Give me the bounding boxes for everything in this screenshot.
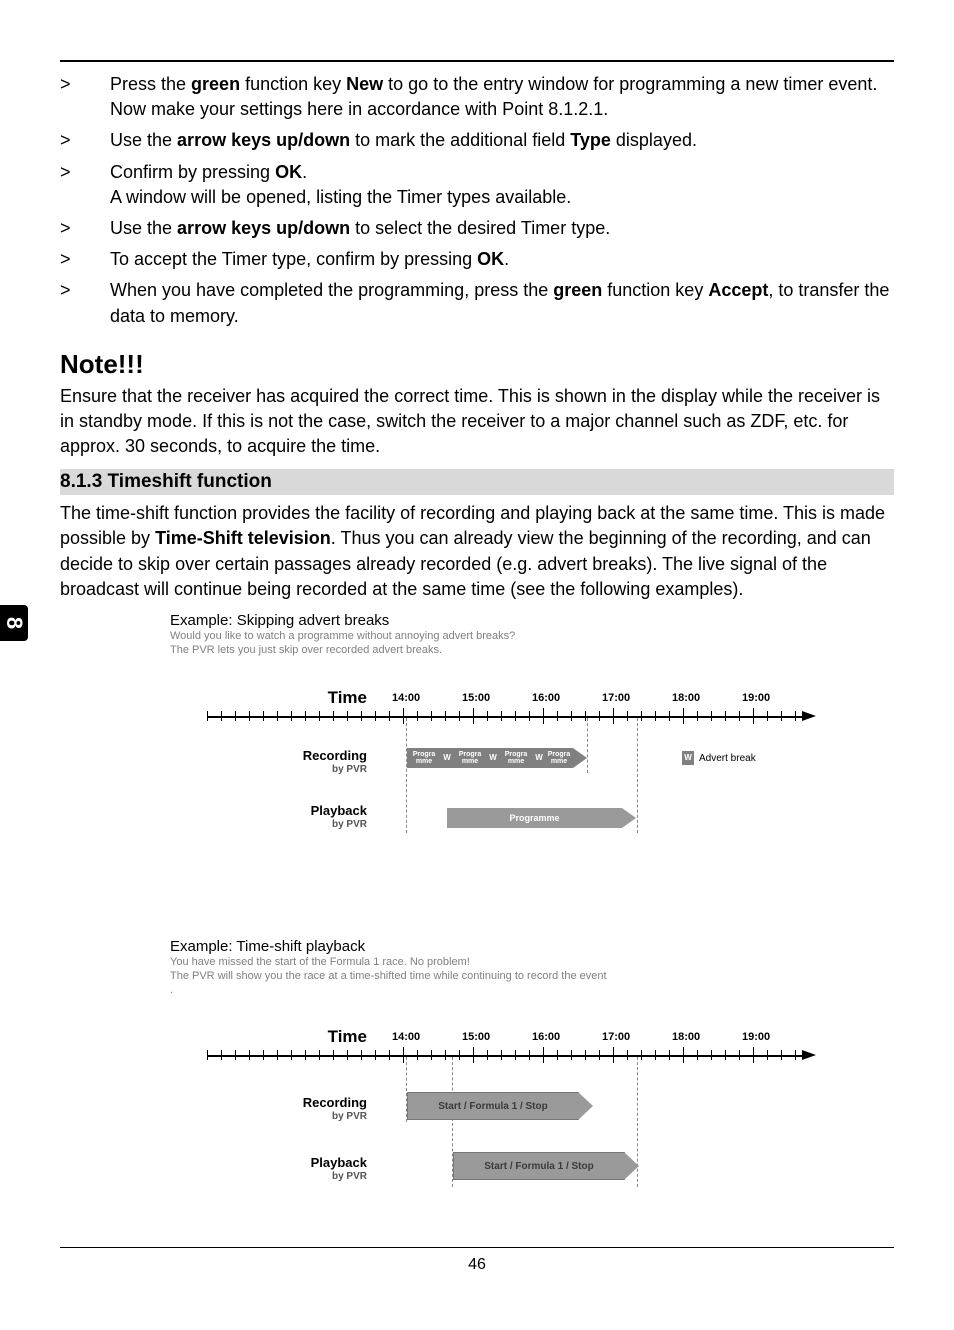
seg-adv-3: W xyxy=(533,748,545,768)
step-body: Press the green function key New to go t… xyxy=(110,72,894,122)
example-1-block: Example: Skipping advert breaks Would yo… xyxy=(170,612,894,888)
step-mark: > xyxy=(60,216,110,241)
step-mark: > xyxy=(60,128,110,153)
label-playback-2: Playback xyxy=(207,1155,367,1170)
seg-playback-formula1: Start / Formula 1 / Stop xyxy=(453,1152,625,1180)
time-axis-2 xyxy=(207,1055,802,1057)
example-2-sub1: You have missed the start of the Formula… xyxy=(170,955,894,969)
step-mark: > xyxy=(60,247,110,272)
diagram-timeshift: Time Recording by PVR Playback by PVR 14… xyxy=(207,1027,857,1217)
diagram-advert-skip: Time Recording by PVR Playback by PVR 14… xyxy=(207,688,857,888)
time-1500-b: 15:00 xyxy=(462,1031,490,1043)
step-1: >Press the green function key New to go … xyxy=(60,72,894,122)
label-playback: Playback xyxy=(207,803,367,818)
step-mark: > xyxy=(60,160,110,210)
note-paragraph: Ensure that the receiver has acquired th… xyxy=(60,384,894,460)
page-46: 8 >Press the green function key New to g… xyxy=(0,0,954,1314)
bottom-rule xyxy=(60,1247,894,1248)
label-by-pvr-4: by PVR xyxy=(207,1171,367,1182)
example-2-sub2: The PVR will show you the race at a time… xyxy=(170,969,894,983)
label-time: Time xyxy=(207,688,367,708)
dash-1b xyxy=(587,718,588,773)
seg-prog-4: Progra mme xyxy=(545,748,573,768)
seg-adv-1: W xyxy=(441,748,453,768)
axis-arrow-2 xyxy=(802,1050,816,1060)
label-by-pvr-2: by PVR xyxy=(207,819,367,830)
step-3: >Confirm by pressing OK.A window will be… xyxy=(60,160,894,210)
legend-box-w: W xyxy=(682,751,694,765)
seg-record-formula1: Start / Formula 1 / Stop xyxy=(407,1092,579,1120)
example-1-sub2: The PVR lets you just skip over recorded… xyxy=(170,643,894,657)
step-body: Use the arrow keys up/down to mark the a… xyxy=(110,128,894,153)
side-tab-label: 8 xyxy=(1,617,27,629)
time-1700-a: 17:00 xyxy=(602,692,630,704)
page-number: 46 xyxy=(60,1256,894,1274)
axis-arrow-1 xyxy=(802,711,816,721)
example-2-dot: . xyxy=(170,983,894,997)
label-recording-2: Recording xyxy=(207,1095,367,1110)
step-2: >Use the arrow keys up/down to mark the … xyxy=(60,128,894,153)
time-1600-b: 16:00 xyxy=(532,1031,560,1043)
seg-prog-arrow xyxy=(573,748,587,768)
time-axis-1 xyxy=(207,716,802,718)
time-1600-a: 16:00 xyxy=(532,692,560,704)
seg-prog-2: Progra mme xyxy=(453,748,487,768)
step-mark: > xyxy=(60,278,110,328)
step-body: When you have completed the programming,… xyxy=(110,278,894,328)
time-1700-b: 17:00 xyxy=(602,1031,630,1043)
dash-1a xyxy=(406,718,407,833)
label-by-pvr-3: by PVR xyxy=(207,1111,367,1122)
time-1500-a: 15:00 xyxy=(462,692,490,704)
label-time-2: Time xyxy=(207,1027,367,1047)
example-2-title: Example: Time-shift playback xyxy=(170,938,894,955)
seg-prog-3: Progra mme xyxy=(499,748,533,768)
dash-1c xyxy=(637,718,638,833)
section-paragraph: The time-shift function provides the fac… xyxy=(60,501,894,602)
label-recording: Recording xyxy=(207,748,367,763)
step-6: >When you have completed the programming… xyxy=(60,278,894,328)
time-1900-b: 19:00 xyxy=(742,1031,770,1043)
side-tab-8: 8 xyxy=(0,605,28,641)
note-heading: Note!!! xyxy=(60,349,894,380)
section-heading-8-1-3: 8.1.3 Timeshift function xyxy=(60,469,894,495)
seg-playback-programme: Programme xyxy=(447,808,622,828)
time-1800-a: 18:00 xyxy=(672,692,700,704)
label-by-pvr-1: by PVR xyxy=(207,764,367,775)
example-1-title: Example: Skipping advert breaks xyxy=(170,612,894,629)
time-1800-b: 18:00 xyxy=(672,1031,700,1043)
step-5: >To accept the Timer type, confirm by pr… xyxy=(60,247,894,272)
step-body: To accept the Timer type, confirm by pre… xyxy=(110,247,894,272)
time-1900-a: 19:00 xyxy=(742,692,770,704)
step-mark: > xyxy=(60,72,110,122)
seg-adv-2: W xyxy=(487,748,499,768)
top-rule xyxy=(60,60,894,62)
step-body: Use the arrow keys up/down to select the… xyxy=(110,216,894,241)
instruction-steps: >Press the green function key New to go … xyxy=(60,72,894,329)
example-2-block: Example: Time-shift playback You have mi… xyxy=(170,938,894,1218)
step-4: >Use the arrow keys up/down to select th… xyxy=(60,216,894,241)
step-body: Confirm by pressing OK.A window will be … xyxy=(110,160,894,210)
example-1-sub1: Would you like to watch a programme with… xyxy=(170,629,894,643)
seg-prog-1: Progra mme xyxy=(407,748,441,768)
legend-text: Advert break xyxy=(699,753,756,764)
time-1400-a: 14:00 xyxy=(392,692,420,704)
time-1400-b: 14:00 xyxy=(392,1031,420,1043)
